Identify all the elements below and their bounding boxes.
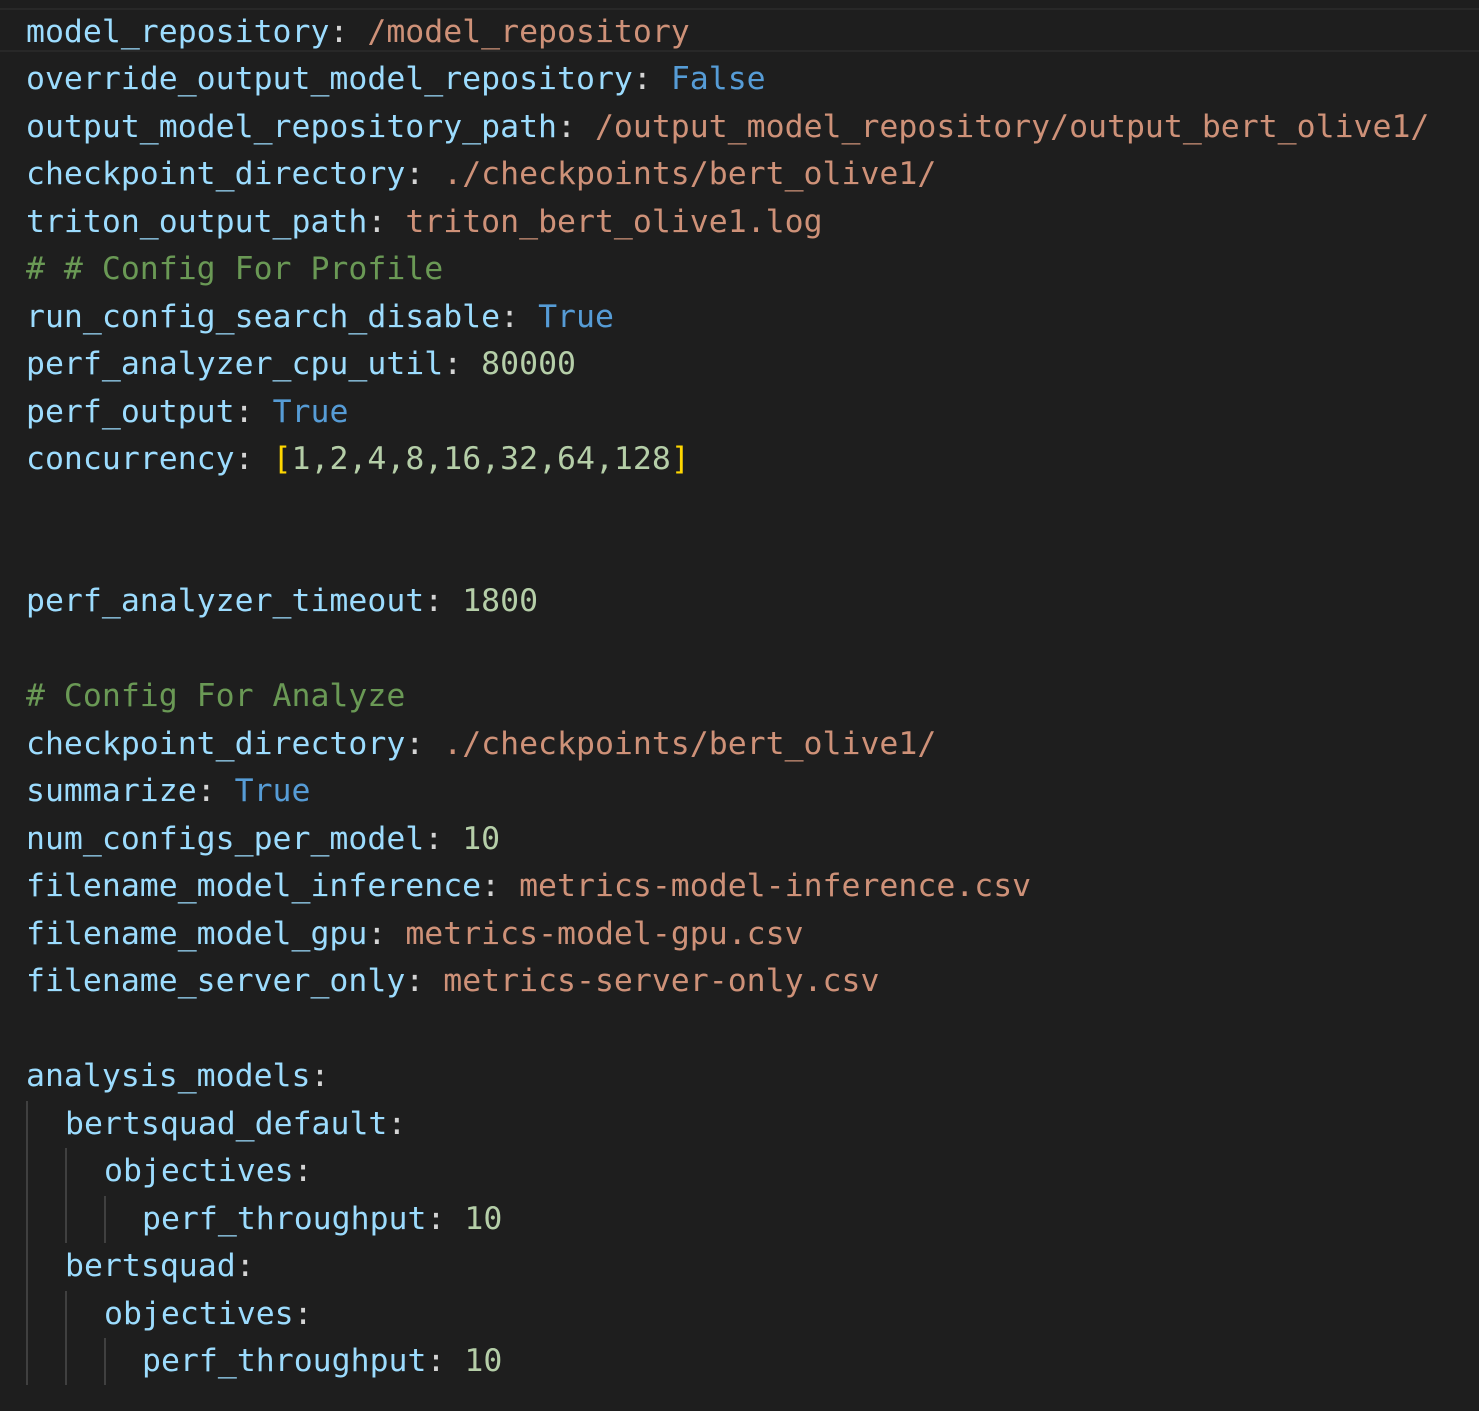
yaml-key: bertsquad xyxy=(65,1248,236,1284)
yaml-key: bertsquad_default xyxy=(65,1106,388,1142)
yaml-key: filename_model_inference xyxy=(26,868,482,904)
yaml-value: True xyxy=(234,773,311,809)
colon: : xyxy=(443,346,482,382)
yaml-key: perf_analyzer_cpu_util xyxy=(26,346,444,382)
indent-guide xyxy=(26,1101,28,1385)
indent-guide xyxy=(104,1338,106,1385)
yaml-key: concurrency xyxy=(26,441,235,477)
yaml-value: 1,2,4,8,16,32,64,128 xyxy=(291,441,671,477)
yaml-key: checkpoint_directory xyxy=(26,156,406,192)
yaml-value: /model_repository xyxy=(367,14,690,50)
code-line[interactable]: # Config For Analyze xyxy=(26,674,405,718)
yaml-key: analysis_models xyxy=(26,1058,311,1094)
code-line[interactable]: run_config_search_disable: True xyxy=(26,295,614,339)
colon: : xyxy=(367,204,406,240)
code-line[interactable]: output_model_repository_path: /output_mo… xyxy=(26,105,1429,149)
code-line[interactable]: objectives: xyxy=(104,1149,313,1193)
indent-guide xyxy=(65,1291,67,1385)
code-line[interactable]: perf_analyzer_cpu_util: 80000 xyxy=(26,342,576,386)
code-line[interactable]: checkpoint_directory: ./checkpoints/bert… xyxy=(26,722,936,766)
colon: : xyxy=(293,1296,313,1332)
yaml-value: 10 xyxy=(462,821,501,857)
yaml-key: objectives xyxy=(104,1296,294,1332)
code-line[interactable]: checkpoint_directory: ./checkpoints/bert… xyxy=(26,152,936,196)
code-line[interactable]: perf_throughput: 10 xyxy=(142,1339,502,1383)
code-line[interactable]: filename_server_only: metrics-server-onl… xyxy=(26,959,879,1003)
colon: : xyxy=(405,156,444,192)
colon: : xyxy=(405,726,444,762)
yaml-key: perf_output xyxy=(26,394,235,430)
yaml-value: metrics-model-inference.csv xyxy=(519,868,1032,904)
yaml-value: False xyxy=(670,61,766,97)
code-line[interactable]: objectives: xyxy=(104,1292,313,1336)
colon: : xyxy=(234,441,273,477)
yaml-value: ./checkpoints/bert_olive1/ xyxy=(443,726,937,762)
colon: : xyxy=(632,61,671,97)
yaml-value: ./checkpoints/bert_olive1/ xyxy=(443,156,937,192)
yaml-value: /output_model_repository/output_bert_oli… xyxy=(594,109,1430,145)
indent-guide xyxy=(65,1148,67,1243)
colon: : xyxy=(329,14,368,50)
yaml-value: 80000 xyxy=(481,346,576,382)
code-line[interactable]: model_repository: /model_repository xyxy=(26,10,690,54)
yaml-key: perf_analyzer_timeout xyxy=(26,583,425,619)
yaml-key: objectives xyxy=(104,1153,294,1189)
code-line[interactable]: filename_model_gpu: metrics-model-gpu.cs… xyxy=(26,912,804,956)
yaml-key: output_model_repository_path xyxy=(26,109,558,145)
code-line[interactable]: perf_throughput: 10 xyxy=(142,1197,502,1241)
yaml-key: perf_throughput xyxy=(142,1343,427,1379)
yaml-key: run_config_search_disable xyxy=(26,299,501,335)
code-line[interactable]: concurrency: [1,2,4,8,16,32,64,128] xyxy=(26,437,690,481)
code-line[interactable]: filename_model_inference: metrics-model-… xyxy=(26,864,1031,908)
code-line[interactable]: perf_analyzer_timeout: 1800 xyxy=(26,579,538,623)
yaml-key: model_repository xyxy=(26,14,330,50)
yaml-comment: # # Config For Profile xyxy=(26,251,444,287)
yaml-comment: # Config For Analyze xyxy=(26,678,406,714)
yaml-key: triton_output_path xyxy=(26,204,368,240)
code-line[interactable]: num_configs_per_model: 10 xyxy=(26,817,500,861)
code-line[interactable]: # # Config For Profile xyxy=(26,247,443,291)
yaml-key: override_output_model_repository xyxy=(26,61,633,97)
yaml-value: triton_bert_olive1.log xyxy=(405,204,823,240)
code-line[interactable]: analysis_models: xyxy=(26,1054,329,1098)
yaml-value: True xyxy=(538,299,614,335)
code-editor[interactable]: model_repository: /model_repository over… xyxy=(0,0,1479,1411)
yaml-value: 10 xyxy=(464,1343,503,1379)
code-line[interactable]: bertsquad: xyxy=(65,1244,255,1288)
code-line[interactable]: triton_output_path: triton_bert_olive1.l… xyxy=(26,200,823,244)
close-bracket: ] xyxy=(670,441,690,477)
yaml-key: num_configs_per_model xyxy=(26,821,425,857)
colon: : xyxy=(387,1106,407,1142)
yaml-value: metrics-model-gpu.csv xyxy=(405,916,804,952)
open-bracket: [ xyxy=(272,441,292,477)
yaml-value: True xyxy=(272,394,349,430)
yaml-value: metrics-server-only.csv xyxy=(443,963,880,999)
yaml-key: filename_server_only xyxy=(26,963,406,999)
colon: : xyxy=(426,1343,465,1379)
colon: : xyxy=(424,821,463,857)
colon: : xyxy=(426,1201,465,1237)
colon: : xyxy=(234,394,273,430)
code-line[interactable]: override_output_model_repository: False xyxy=(26,57,766,101)
colon: : xyxy=(196,773,235,809)
colon: : xyxy=(500,299,539,335)
code-line[interactable]: bertsquad_default: xyxy=(65,1102,406,1146)
code-line[interactable]: summarize: True xyxy=(26,769,310,813)
yaml-value: 1800 xyxy=(462,583,539,619)
colon: : xyxy=(367,916,406,952)
yaml-key: filename_model_gpu xyxy=(26,916,368,952)
code-line[interactable]: perf_output: True xyxy=(26,390,348,434)
colon: : xyxy=(405,963,444,999)
colon: : xyxy=(310,1058,330,1094)
yaml-key: summarize xyxy=(26,773,197,809)
colon: : xyxy=(557,109,595,145)
colon: : xyxy=(481,868,520,904)
colon: : xyxy=(424,583,463,619)
yaml-value: 10 xyxy=(464,1201,503,1237)
colon: : xyxy=(235,1248,255,1284)
yaml-key: perf_throughput xyxy=(142,1201,427,1237)
indent-guide xyxy=(104,1196,106,1243)
colon: : xyxy=(293,1153,313,1189)
yaml-key: checkpoint_directory xyxy=(26,726,406,762)
